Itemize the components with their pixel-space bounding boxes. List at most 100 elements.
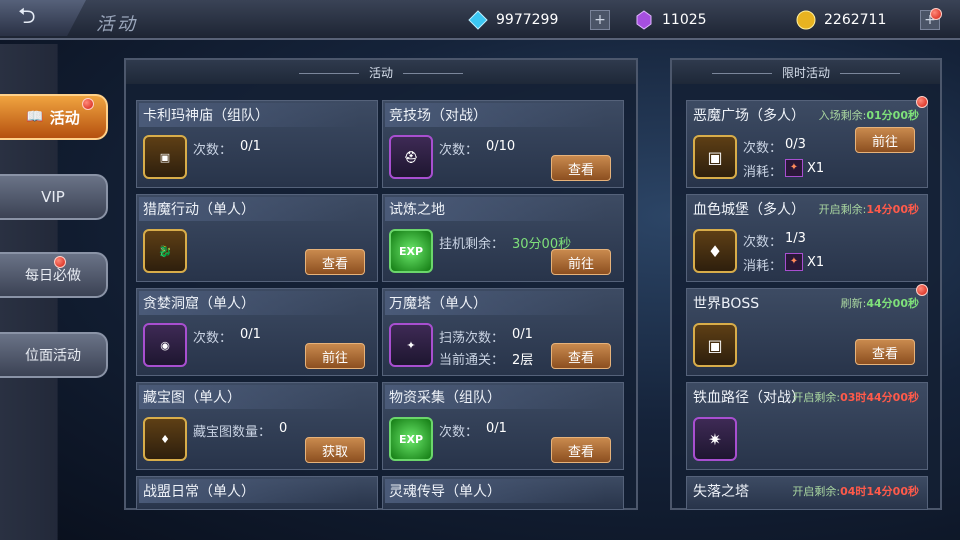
back-button[interactable]: ⮌ bbox=[0, 0, 86, 36]
sidebar-item-label: VIP bbox=[41, 188, 65, 206]
timer-label: 开启剩余: bbox=[792, 485, 841, 498]
activity-stat-label: 藏宝图数量： bbox=[193, 425, 272, 440]
gold-value: 2262711 bbox=[824, 12, 887, 28]
activity-stat-label: 扫荡次数： bbox=[439, 331, 505, 346]
activity-stat-label: 次数： bbox=[439, 425, 479, 440]
spiked-badge-icon: ✷ bbox=[693, 417, 737, 461]
limited-activity-card[interactable]: 血色城堡（多人） 开启剩余:14分00秒 ♦ 次数： 1/3 消耗： ✦ X1 bbox=[686, 194, 928, 282]
notification-badge bbox=[916, 284, 928, 296]
activity-stat-label: 消耗： bbox=[743, 259, 783, 274]
timer: 入场剩余:01分00秒 bbox=[819, 107, 919, 123]
activity-stat-label: 次数： bbox=[439, 143, 479, 158]
activity-action-button[interactable]: 查看 bbox=[305, 249, 365, 275]
activity-stat-value: X1 bbox=[807, 255, 825, 270]
activity-action-button[interactable]: 前往 bbox=[855, 127, 915, 153]
activity-action-button[interactable]: 前往 bbox=[305, 343, 365, 369]
panel-title: 活动 bbox=[289, 64, 473, 81]
item-token-icon: ✦ bbox=[785, 253, 803, 271]
item-token-icon: ✦ bbox=[785, 159, 803, 177]
timer-label: 开启剩余: bbox=[818, 203, 867, 216]
sidebar-item-label: 位面活动 bbox=[25, 348, 81, 364]
activity-name: 贪婪洞窟（单人） bbox=[139, 291, 359, 315]
exp-orb-icon: EXP bbox=[389, 417, 433, 461]
activity-name: 卡利玛神庙（组队） bbox=[139, 103, 359, 127]
notification-badge bbox=[916, 96, 928, 108]
activity-action-button[interactable]: 查看 bbox=[551, 343, 611, 369]
activity-name: 藏宝图（单人） bbox=[139, 385, 359, 409]
activity-stat-value: 1/3 bbox=[785, 231, 806, 246]
exp-orb-icon: EXP bbox=[389, 229, 433, 273]
treasure-chest-icon: ▣ bbox=[693, 135, 737, 179]
limited-activity-card[interactable]: 失落之塔 开启剩余:04时14分00秒 bbox=[686, 476, 928, 510]
sidebar-item-label: 每日必做 bbox=[25, 268, 81, 284]
limited-activity-card[interactable]: 恶魔广场（多人） 入场剩余:01分00秒 ▣ 次数： 0/3 消耗： ✦ X1 前往 bbox=[686, 100, 928, 188]
activity-stat-label: 次数： bbox=[743, 235, 783, 250]
activity-card[interactable]: 试炼之地 EXP 挂机剩余： 30分00秒 前往 bbox=[382, 194, 624, 282]
limited-activity-card[interactable]: 世界BOSS 刷新:44分00秒 ▣ 查看 bbox=[686, 288, 928, 376]
gold-counter: 2262711 bbox=[796, 8, 886, 32]
timer-value: 01分00秒 bbox=[866, 109, 919, 122]
back-arrow-icon: ⮌ bbox=[18, 4, 36, 29]
activity-stat-label: 消耗： bbox=[743, 165, 783, 180]
crystal-counter: 11025 bbox=[634, 8, 707, 32]
sidebar-item-plane-activity[interactable]: 位面活动 bbox=[0, 332, 108, 378]
activity-name: 物资采集（组队） bbox=[385, 385, 605, 409]
activity-card[interactable]: 猎魔行动（单人） 🐉 查看 bbox=[136, 194, 378, 282]
activity-card[interactable]: 灵魂传导（单人） bbox=[382, 476, 624, 510]
red-gem-icon: ♦ bbox=[693, 229, 737, 273]
activity-action-button[interactable]: 前往 bbox=[551, 249, 611, 275]
activity-stat-value: 0/1 bbox=[240, 327, 261, 342]
book-icon: 📖 bbox=[26, 109, 44, 125]
sidebar-item-vip[interactable]: VIP bbox=[0, 174, 108, 220]
activity-stat-value: 2层 bbox=[512, 353, 534, 368]
timer: 开启剩余:04时14分00秒 bbox=[792, 483, 919, 499]
diamond-icon bbox=[468, 10, 488, 30]
activity-stat-label: 次数： bbox=[193, 143, 233, 158]
timer: 刷新:44分00秒 bbox=[841, 295, 919, 311]
red-gem-icon: ♦ bbox=[143, 417, 187, 461]
gold-pile-icon: ◉ bbox=[143, 323, 187, 367]
activity-action-button[interactable]: 查看 bbox=[855, 339, 915, 365]
activity-stat-label: 当前通关： bbox=[439, 353, 505, 368]
activity-name: 竞技场（对战） bbox=[385, 103, 605, 127]
activity-stat-value: 0/1 bbox=[512, 327, 533, 342]
activity-name: 灵魂传导（单人） bbox=[385, 479, 605, 503]
activity-name: 战盟日常（单人） bbox=[139, 479, 359, 503]
add-diamond-button[interactable]: + bbox=[590, 10, 610, 30]
activity-card[interactable]: 卡利玛神庙（组队） ▣ 次数： 0/1 bbox=[136, 100, 378, 188]
activity-card[interactable]: 贪婪洞窟（单人） ◉ 次数： 0/1 前往 bbox=[136, 288, 378, 376]
demon-armor-icon: ✦ bbox=[389, 323, 433, 367]
timer-label: 刷新: bbox=[840, 297, 867, 310]
activity-name: 猎魔行动（单人） bbox=[139, 197, 359, 221]
activity-stat-value: 0/3 bbox=[785, 137, 806, 152]
activity-card[interactable]: 战盟日常（单人） bbox=[136, 476, 378, 510]
timer-value: 14分00秒 bbox=[866, 203, 919, 216]
activity-action-button[interactable]: 查看 bbox=[551, 155, 611, 181]
sidebar-item-label: 活动 bbox=[49, 108, 80, 127]
activity-card[interactable]: 藏宝图（单人） ♦ 藏宝图数量： 0 获取 bbox=[136, 382, 378, 470]
activity-card[interactable]: 万魔塔（单人） ✦ 扫荡次数： 0/1 当前通关： 2层 查看 bbox=[382, 288, 624, 376]
activity-stat-value: 0/10 bbox=[486, 139, 516, 154]
activity-card[interactable]: 物资采集（组队） EXP 次数： 0/1 查看 bbox=[382, 382, 624, 470]
helmet-icon: ⛑ bbox=[389, 135, 433, 179]
panel-title: 限时活动 bbox=[702, 64, 910, 81]
timer-label: 入场剩余: bbox=[818, 109, 867, 122]
activity-stat-value: 0/1 bbox=[486, 421, 507, 436]
timer-value: 04时14分00秒 bbox=[840, 485, 919, 498]
timer: 开启剩余:03时44分00秒 bbox=[792, 389, 919, 405]
activity-stat-value: 0 bbox=[279, 421, 288, 436]
treasure-chest-icon: ▣ bbox=[693, 323, 737, 367]
notification-badge bbox=[82, 98, 94, 110]
limited-activity-card[interactable]: 铁血路径（对战） 开启剩余:03时44分00秒 ✷ bbox=[686, 382, 928, 470]
top-bar: ⮌ 活动 9977299 + 11025 2262711 + bbox=[0, 0, 960, 40]
activity-stat-label: 次数： bbox=[193, 331, 233, 346]
activity-action-button[interactable]: 查看 bbox=[551, 437, 611, 463]
activity-name: 万魔塔（单人） bbox=[385, 291, 605, 315]
activity-name: 失落之塔 bbox=[693, 484, 749, 500]
activity-stat-value: X1 bbox=[807, 161, 825, 176]
activity-name: 血色城堡（多人） bbox=[693, 202, 805, 218]
activity-card[interactable]: 竞技场（对战） ⛑ 次数： 0/10 查看 bbox=[382, 100, 624, 188]
timer: 开启剩余:14分00秒 bbox=[819, 201, 919, 217]
gold-coin-icon bbox=[796, 10, 816, 30]
activity-action-button[interactable]: 获取 bbox=[305, 437, 365, 463]
